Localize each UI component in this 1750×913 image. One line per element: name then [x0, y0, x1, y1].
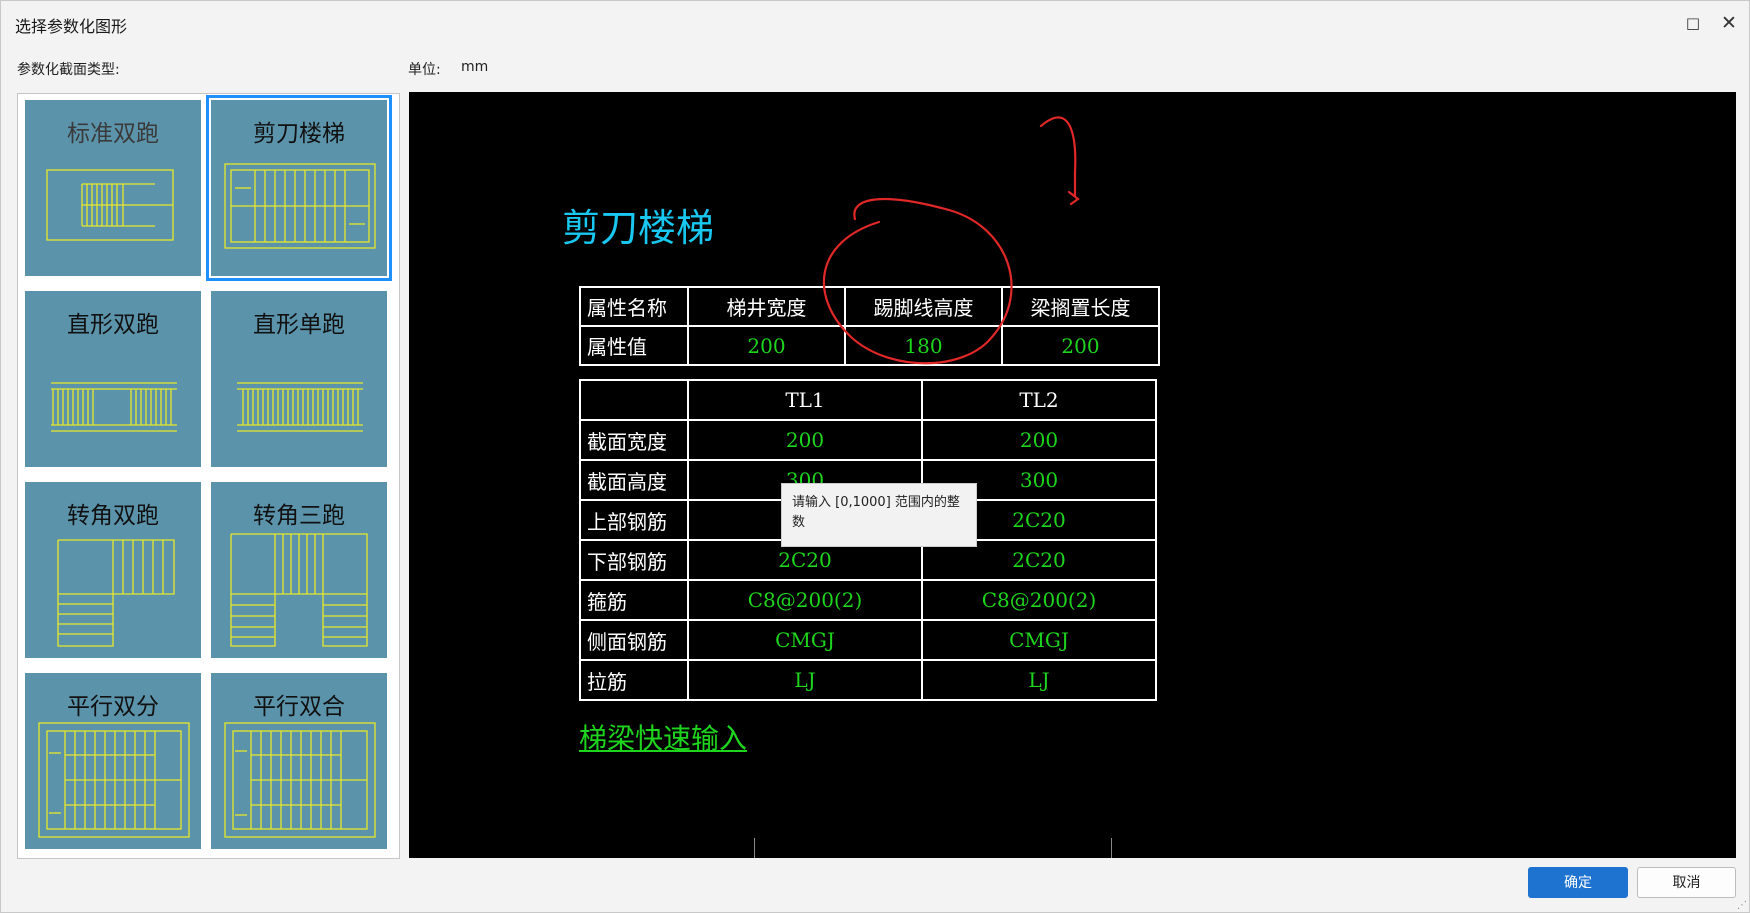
- tl1-value[interactable]: 200: [687, 419, 923, 461]
- row-label: 上部钢筋: [579, 499, 689, 541]
- tl1-value[interactable]: CMGJ: [687, 619, 923, 661]
- well-width-value[interactable]: 200: [687, 325, 846, 366]
- row-label: 截面宽度: [579, 419, 689, 461]
- beam-header-empty: [579, 379, 689, 421]
- row-label: 截面高度: [579, 459, 689, 501]
- tl2-value[interactable]: 200: [921, 419, 1157, 461]
- property-header-beam-bearing-length: 梁搁置长度: [1001, 286, 1160, 327]
- row-label: 拉筋: [579, 659, 689, 701]
- parallel-merge-stair-icon: [224, 722, 376, 838]
- corner-double-flight-stair-icon: [57, 539, 175, 647]
- cancel-button[interactable]: 取消: [1637, 867, 1736, 898]
- parallel-split-stair-icon: [38, 722, 190, 838]
- divider-tick: [754, 838, 755, 858]
- table-row: 拉筋 LJ LJ: [579, 659, 1157, 701]
- table-row: 属性名称 梯井宽度 踢脚线高度 梁搁置长度: [579, 286, 1160, 327]
- property-header-skirting-height: 踢脚线高度: [844, 286, 1003, 327]
- dialog-window: 选择参数化图形 □ ✕ 参数化截面类型: 单位: mm 标准双跑 剪刀楼梯 直形…: [0, 0, 1750, 913]
- tile-standard-double-flight[interactable]: 标准双跑: [25, 100, 201, 276]
- maximize-icon[interactable]: □: [1683, 13, 1703, 33]
- row-label: 下部钢筋: [579, 539, 689, 581]
- skirting-height-value[interactable]: 180: [844, 325, 1003, 366]
- ok-button[interactable]: 确定: [1528, 867, 1628, 898]
- table-row: 箍筋 C8@200(2) C8@200(2): [579, 579, 1157, 621]
- property-header-well-width: 梯井宽度: [687, 286, 846, 327]
- arrow-annotation: [1039, 116, 1077, 198]
- tile-parallel-split[interactable]: 平行双分: [25, 673, 201, 849]
- tile-corner-double-flight[interactable]: 转角双跑: [25, 482, 201, 658]
- standard-double-flight-stair-icon: [46, 169, 174, 241]
- row-label: 侧面钢筋: [579, 619, 689, 661]
- tl2-value[interactable]: C8@200(2): [921, 579, 1157, 621]
- unit-label: 单位:: [408, 62, 441, 78]
- drawing-title: 剪刀楼梯: [562, 206, 715, 250]
- section-type-list: 标准双跑 剪刀楼梯 直形双跑 直形单跑 转角双跑 转角三跑 平行双分 平行双合: [17, 93, 400, 859]
- parametric-preview-canvas: 剪刀楼梯 属性名称 梯井宽度 踢脚线高度 梁搁置长度 属性值 200 180 2…: [409, 92, 1736, 858]
- table-row: 属性值 200 180 200: [579, 325, 1160, 366]
- divider-tick: [1111, 838, 1112, 858]
- straight-single-flight-stair-icon: [237, 382, 363, 432]
- scissor-stair-icon: [224, 163, 376, 249]
- table-row: 侧面钢筋 CMGJ CMGJ: [579, 619, 1157, 661]
- tile-corner-triple-flight[interactable]: 转角三跑: [211, 482, 387, 658]
- tile-parallel-merge[interactable]: 平行双合: [211, 673, 387, 849]
- close-icon[interactable]: ✕: [1717, 11, 1741, 35]
- beam-bearing-length-value[interactable]: 200: [1001, 325, 1160, 366]
- straight-double-flight-stair-icon: [51, 382, 177, 432]
- input-range-tooltip: 请输入 [0,1000] 范围内的整数: [781, 483, 977, 547]
- unit-value: mm: [461, 59, 489, 75]
- property-value-label: 属性值: [579, 325, 689, 366]
- tile-straight-single-flight[interactable]: 直形单跑: [211, 291, 387, 467]
- property-header-name: 属性名称: [579, 286, 689, 327]
- table-row: 截面宽度 200 200: [579, 419, 1157, 461]
- tile-straight-double-flight[interactable]: 直形双跑: [25, 291, 201, 467]
- corner-triple-flight-stair-icon: [230, 533, 368, 647]
- beam-header-tl1: TL1: [687, 379, 923, 421]
- beam-header-tl2: TL2: [921, 379, 1157, 421]
- row-label: 箍筋: [579, 579, 689, 621]
- resize-grip-icon[interactable]: ⋰: [1737, 900, 1749, 912]
- tl1-value[interactable]: C8@200(2): [687, 579, 923, 621]
- tl2-value[interactable]: CMGJ: [921, 619, 1157, 661]
- tl2-value[interactable]: LJ: [921, 659, 1157, 701]
- dialog-title: 选择参数化图形: [15, 17, 128, 36]
- table-row: TL1 TL2: [579, 379, 1157, 421]
- arrow-head-annotation: [1067, 190, 1080, 206]
- section-type-label: 参数化截面类型:: [17, 62, 120, 78]
- property-table: 属性名称 梯井宽度 踢脚线高度 梁搁置长度 属性值 200 180 200: [579, 286, 1160, 366]
- tl1-value[interactable]: LJ: [687, 659, 923, 701]
- tile-scissor-stair[interactable]: 剪刀楼梯: [206, 95, 392, 281]
- beam-quick-input-link[interactable]: 梯梁快速输入: [579, 717, 747, 757]
